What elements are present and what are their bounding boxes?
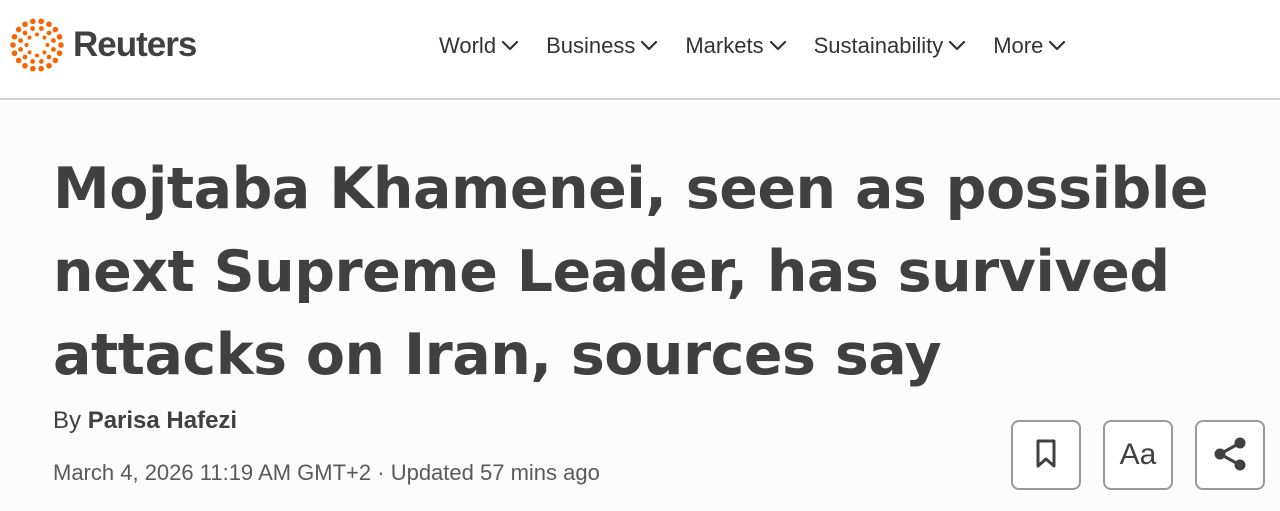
- logo-dot: [15, 57, 22, 64]
- logo-dot: [18, 38, 23, 43]
- logo-dot: [46, 54, 52, 60]
- logo-dot: [22, 62, 28, 69]
- logo-dot: [51, 38, 56, 43]
- share-icon: [1211, 435, 1249, 476]
- logo-dot: [52, 26, 59, 33]
- logo-dot: [22, 21, 28, 28]
- logo-dot: [39, 26, 44, 31]
- logo-dot: [30, 59, 35, 64]
- logo-dot: [35, 53, 39, 58]
- logo-dot: [39, 59, 44, 64]
- logo-dot: [42, 35, 47, 40]
- reuters-logo[interactable]: Reuters: [9, 17, 197, 73]
- logo-dot: [30, 26, 35, 31]
- chevron-down-icon: [949, 41, 966, 51]
- chevron-down-icon: [641, 41, 658, 51]
- logo-dot: [24, 43, 29, 47]
- author-link[interactable]: Parisa Hafezi: [88, 407, 237, 434]
- logo-dot: [30, 65, 36, 72]
- nav-item-more[interactable]: More: [993, 33, 1066, 59]
- text-size-icon: Aa: [1119, 438, 1157, 471]
- logo-dot: [46, 21, 52, 28]
- logo-dot: [46, 62, 52, 69]
- byline: By Parisa Hafezi: [53, 407, 237, 435]
- nav-item-label: More: [993, 33, 1044, 58]
- logo-dot: [22, 54, 28, 60]
- logo-dot: [15, 26, 22, 33]
- logo-dot: [56, 50, 63, 57]
- nav-item-label: Markets: [685, 33, 764, 58]
- logo-dot: [30, 18, 36, 25]
- article-actions: Aa: [1011, 420, 1265, 490]
- logo-dot: [52, 57, 59, 64]
- logo-dot: [45, 43, 50, 47]
- logo-dot: [58, 42, 64, 48]
- logo-dot: [11, 33, 18, 40]
- logo-dot: [27, 50, 32, 55]
- article-headline: Mojtaba Khamenei, seen as possible next …: [53, 156, 1209, 388]
- logo-dot: [10, 42, 16, 48]
- chevron-down-icon: [769, 41, 786, 51]
- byline-prefix: By: [53, 407, 82, 434]
- logo-dot: [35, 32, 39, 37]
- logo-dot: [46, 30, 52, 36]
- bookmark-icon: [1035, 439, 1057, 472]
- logo-dot: [42, 50, 47, 55]
- logo-dot: [22, 30, 28, 36]
- site-header: Reuters World Business Markets Sustainab…: [0, 0, 1280, 100]
- logo-dot: [38, 65, 44, 72]
- article-dateline: March 4, 2026 11:19 AM GMT+2 · Updated 5…: [53, 460, 600, 485]
- nav-item-sustainability[interactable]: Sustainability: [814, 33, 966, 59]
- logo-dot: [51, 47, 56, 52]
- nav-item-label: World: [439, 33, 497, 58]
- bookmark-button[interactable]: [1011, 420, 1081, 490]
- main-nav: World Business Markets Sustainability Mo…: [439, 28, 1093, 64]
- logo-dot: [27, 35, 32, 40]
- nav-item-world[interactable]: World: [439, 33, 519, 59]
- logo-dot: [18, 47, 23, 52]
- brand-name: Reuters: [73, 25, 197, 64]
- nav-item-label: Sustainability: [813, 33, 944, 58]
- share-button[interactable]: [1195, 420, 1265, 490]
- logo-dot: [11, 50, 18, 57]
- logo-dot: [38, 18, 44, 25]
- chevron-down-icon: [1049, 41, 1066, 51]
- chevron-down-icon: [502, 41, 519, 51]
- article-header: Mojtaba Khamenei, seen as possible next …: [0, 102, 1280, 511]
- reuters-logo-icon: [10, 18, 64, 72]
- logo-dot: [56, 33, 63, 40]
- text-size-button[interactable]: Aa: [1103, 420, 1173, 490]
- nav-item-markets[interactable]: Markets: [685, 33, 786, 59]
- nav-item-business[interactable]: Business: [546, 33, 658, 59]
- nav-item-label: Business: [546, 33, 636, 58]
